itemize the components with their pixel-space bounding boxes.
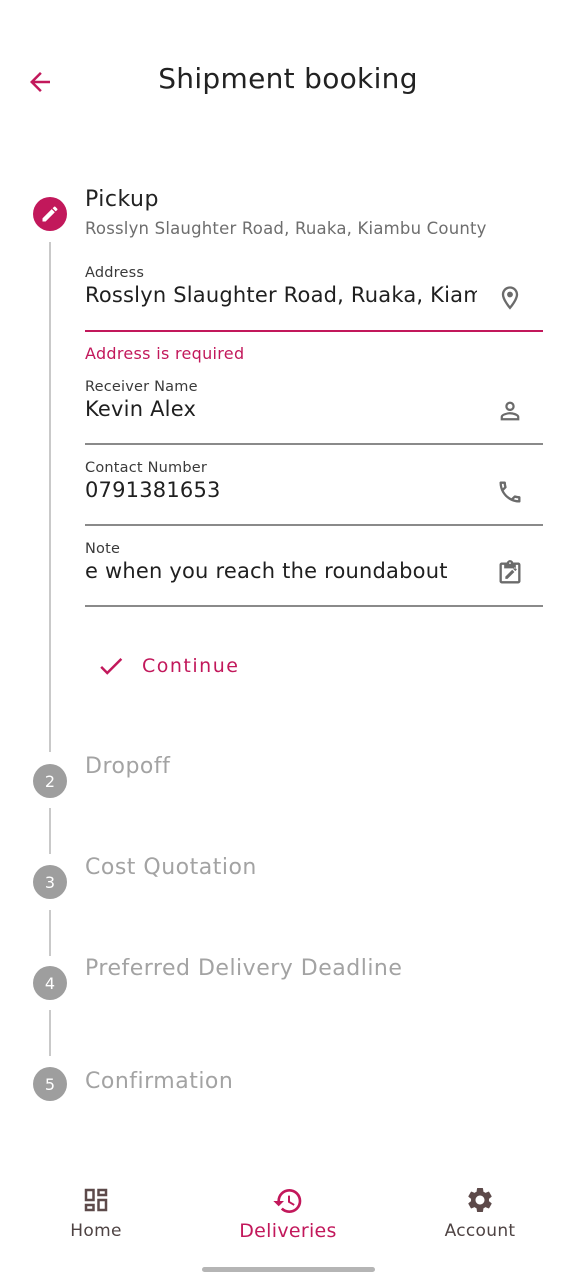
nav-label-deliveries: Deliveries: [239, 1220, 337, 1242]
stepper-connector: [49, 1010, 51, 1056]
step-title-delivery-deadline[interactable]: Preferred Delivery Deadline: [85, 956, 402, 981]
receiver-name-underline: [85, 443, 543, 445]
stepper-connector: [49, 910, 51, 956]
clipboard-edit-icon: [495, 558, 525, 588]
stepper-connector: [49, 808, 51, 854]
continue-label: Continue: [142, 655, 240, 677]
check-icon: [100, 657, 123, 675]
step-number-cost-quotation[interactable]: 3: [33, 865, 67, 899]
address-error-text: Address is required: [85, 344, 245, 363]
step-number-confirmation[interactable]: 5: [33, 1067, 67, 1101]
gesture-home-bar[interactable]: [202, 1267, 375, 1272]
bottom-navigation: Home Deliveries Account: [0, 1185, 576, 1255]
person-icon: [495, 396, 525, 426]
stepper-connector: [49, 242, 51, 752]
phone-icon: [495, 477, 525, 507]
app-bar: Shipment booking: [0, 0, 576, 165]
address-field[interactable]: Address Rosslyn Slaughter Road, Ruaka, K…: [85, 265, 543, 333]
contact-number-field[interactable]: Contact Number 0791381653: [85, 460, 543, 528]
continue-button[interactable]: Continue: [96, 646, 239, 686]
step-title-dropoff[interactable]: Dropoff: [85, 754, 170, 779]
step-number-delivery-deadline[interactable]: 4: [33, 966, 67, 1000]
nav-label-home: Home: [70, 1221, 122, 1241]
nav-item-deliveries[interactable]: Deliveries: [213, 1185, 363, 1242]
contact-number-input[interactable]: 0791381653: [85, 478, 543, 502]
step-subtitle-pickup: Rosslyn Slaughter Road, Ruaka, Kiambu Co…: [85, 219, 487, 238]
step-pickup-edit-indicator[interactable]: [33, 197, 67, 231]
history-icon: [273, 1189, 302, 1213]
receiver-name-label: Receiver Name: [85, 379, 198, 395]
contact-number-label: Contact Number: [85, 460, 208, 476]
step-number-dropoff[interactable]: 2: [33, 764, 67, 798]
gear-icon: [468, 1188, 492, 1212]
nav-label-account: Account: [444, 1221, 516, 1241]
note-label: Note: [85, 541, 121, 557]
note-underline: [85, 605, 543, 607]
step-title-pickup[interactable]: Pickup: [85, 187, 159, 212]
note-field[interactable]: Note e when you reach the roundabout: [85, 541, 543, 609]
location-pin-icon[interactable]: [495, 283, 525, 313]
note-input[interactable]: e when you reach the roundabout: [85, 559, 477, 583]
nav-item-account[interactable]: Account: [405, 1185, 555, 1241]
address-label: Address: [85, 265, 145, 281]
nav-item-home[interactable]: Home: [21, 1185, 171, 1241]
address-input[interactable]: Rosslyn Slaughter Road, Ruaka, Kiambu Co…: [85, 283, 477, 307]
edit-pencil-icon: [42, 206, 58, 222]
page-title: Shipment booking: [158, 62, 418, 95]
step-title-confirmation[interactable]: Confirmation: [85, 1069, 233, 1094]
contact-number-underline: [85, 524, 543, 526]
address-underline: [85, 330, 543, 332]
step-title-cost-quotation[interactable]: Cost Quotation: [85, 855, 257, 880]
receiver-name-input[interactable]: Kevin Alex: [85, 397, 543, 421]
dashboard-icon: [84, 1188, 108, 1212]
receiver-name-field[interactable]: Receiver Name Kevin Alex: [85, 379, 543, 447]
